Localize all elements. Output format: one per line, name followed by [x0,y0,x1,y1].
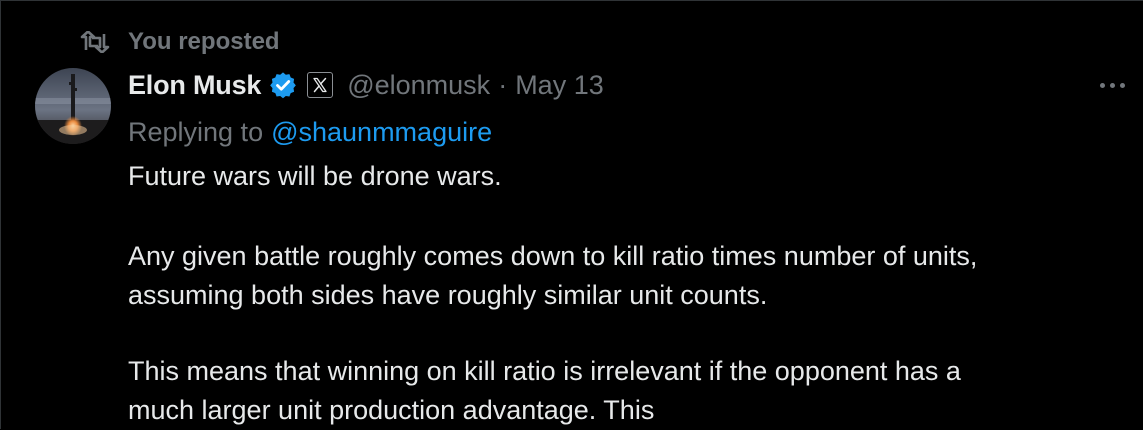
tweet-header: Elon Musk @elonmusk · May 13 [128,66,604,104]
repost-label: You reposted [128,28,280,55]
tweet-date[interactable]: May 13 [515,70,604,101]
tweet-text-line: much larger unit production advantage. T… [128,395,655,425]
tweet-text-line: Future wars will be drone wars. [128,161,502,191]
left-divider [0,0,1,429]
header-separator: · [498,69,508,100]
author-display-name[interactable]: Elon Musk [128,70,261,101]
author-handle[interactable]: @elonmusk [347,70,490,101]
more-dot-icon [1100,82,1105,88]
tweet-text-line: assuming both sides have roughly similar… [128,280,768,310]
replying-to: Replying to @shaunmmaguire [128,114,492,150]
tweet-text-line: This means that winning on kill ratio is… [128,356,961,386]
x-logo-icon[interactable] [307,72,334,98]
tweet-text-line: Any given battle roughly comes down to k… [128,241,978,271]
top-divider [0,0,1143,1]
more-dot-icon [1110,82,1115,88]
more-dot-icon [1120,82,1125,88]
more-options-button[interactable] [1100,72,1140,98]
replying-to-label: Replying to [128,116,264,147]
replying-to-handle-link[interactable]: @shaunmmaguire [271,117,492,148]
avatar[interactable] [35,68,111,144]
verified-badge-icon[interactable] [269,71,297,99]
repost-context[interactable]: You reposted [80,26,280,58]
repost-icon [80,29,114,55]
